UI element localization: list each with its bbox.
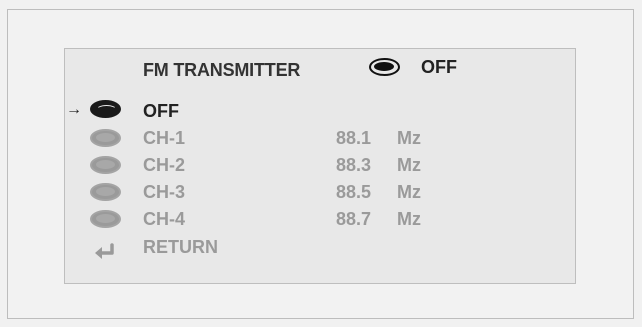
menu-item-ch1[interactable]: CH-1: [143, 128, 185, 149]
frequency-value: 88.3: [336, 155, 372, 175]
menu-title: FM TRANSMITTER: [143, 60, 301, 80]
menu-item-ch3[interactable]: CH-3: [143, 182, 185, 203]
menu-item-ch4[interactable]: CH-4: [143, 209, 185, 230]
radio-disc-icon: [90, 100, 121, 118]
frequency-unit: Mz: [397, 128, 421, 148]
frequency-value: 88.1: [336, 128, 372, 148]
radio-disc-icon: [90, 183, 121, 201]
radio-disc-icon: [369, 58, 400, 76]
menu-item-return[interactable]: RETURN: [143, 237, 218, 258]
return-arrow-icon: [95, 243, 114, 259]
radio-disc-icon: [90, 129, 121, 147]
fm-transmitter-menu-panel: [64, 48, 576, 284]
current-state-value: OFF: [421, 57, 457, 77]
frequency-unit: Mz: [397, 155, 421, 175]
selection-cursor-icon: →: [66, 101, 82, 118]
radio-disc-icon: [90, 156, 121, 174]
radio-disc-icon: [90, 210, 121, 228]
menu-item-ch2[interactable]: CH-2: [143, 155, 185, 176]
menu-item-off[interactable]: OFF: [143, 101, 179, 122]
frequency-unit: Mz: [397, 209, 421, 229]
frequency-value: 88.5: [336, 182, 372, 202]
frequency-unit: Mz: [397, 182, 421, 202]
frequency-value: 88.7: [336, 209, 372, 229]
